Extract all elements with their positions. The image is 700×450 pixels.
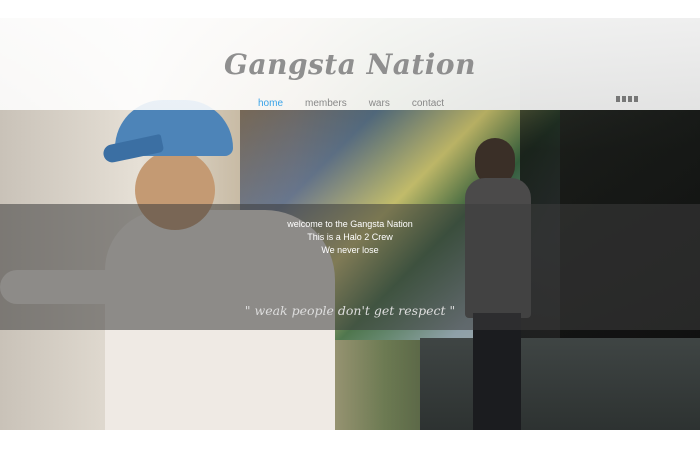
dot — [622, 96, 626, 102]
nav-item-contact[interactable]: contact — [412, 98, 444, 109]
welcome-text: welcome to the Gangsta Nation This is a … — [0, 218, 700, 257]
page-footer — [0, 430, 700, 450]
dot — [634, 96, 638, 102]
quote-text: " weak people don't get respect " — [244, 303, 456, 318]
menu-dots-icon[interactable] — [616, 96, 638, 102]
welcome-line-2: This is a Halo 2 Crew — [307, 232, 393, 242]
welcome-line-1: welcome to the Gangsta Nation — [287, 219, 413, 229]
nav-item-wars[interactable]: wars — [369, 98, 390, 109]
site-header: Gangsta Nation home members wars contact — [0, 18, 700, 110]
nav-item-home[interactable]: home — [258, 98, 283, 109]
site-title: Gangsta Nation — [224, 48, 476, 81]
dot — [628, 96, 632, 102]
dot — [616, 96, 620, 102]
welcome-line-3: We never lose — [321, 245, 379, 255]
legs-shape — [473, 313, 521, 430]
nav-item-members[interactable]: members — [305, 98, 347, 109]
main-nav: home members wars contact — [258, 98, 466, 109]
